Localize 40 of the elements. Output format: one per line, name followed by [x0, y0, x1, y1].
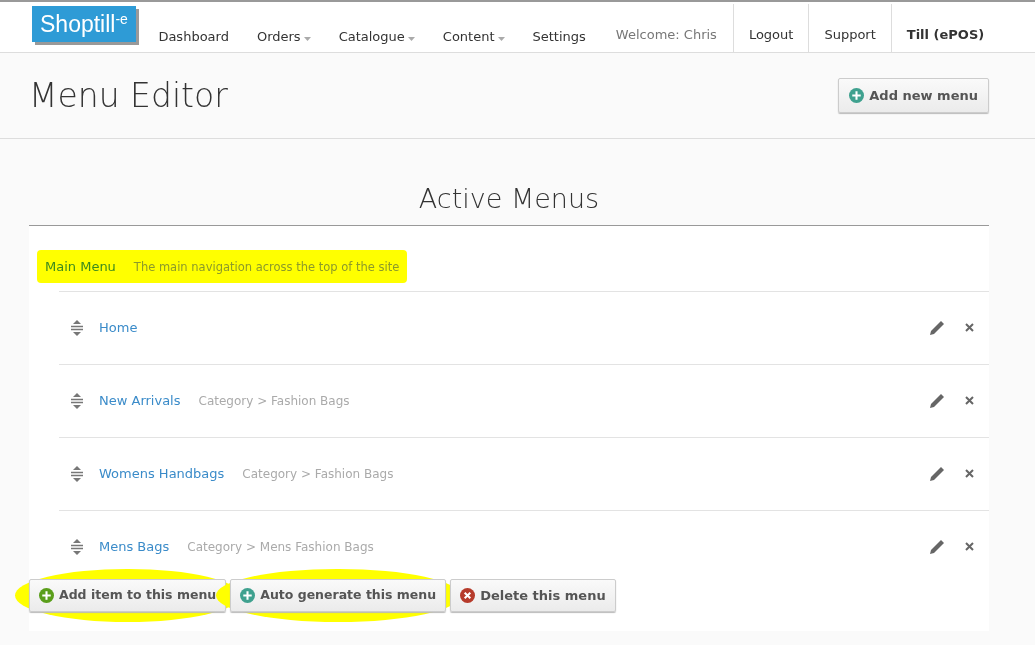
- welcome-text: Welcome: Chris: [614, 25, 718, 44]
- action-button[interactable]: Delete this menu: [450, 578, 616, 613]
- add-menu-button[interactable]: Add new menu: [838, 77, 989, 114]
- menu-item-link[interactable]: Womens Handbags: [99, 464, 225, 484]
- item-target: Category > Mens Fashion Bags: [187, 538, 374, 556]
- action-button[interactable]: Auto generate this menu: [230, 578, 447, 612]
- drag-handle-icon[interactable]: [71, 465, 83, 482]
- close-icon[interactable]: [965, 469, 974, 479]
- plus-icon: [39, 587, 54, 603]
- menu-item-link[interactable]: Home: [99, 318, 138, 338]
- menu-item-link[interactable]: New Arrivals: [99, 391, 181, 411]
- pencil-icon[interactable]: [929, 538, 945, 555]
- pencil-icon[interactable]: [929, 392, 945, 409]
- plus-icon: [240, 587, 256, 603]
- section-title: Active Menus: [29, 139, 989, 227]
- nav-link[interactable]: Settings: [518, 2, 600, 52]
- page-title: Menu Editor: [29, 75, 228, 116]
- nav-link[interactable]: Dashboard: [144, 2, 243, 52]
- pencil-icon[interactable]: [929, 465, 945, 482]
- pencil-icon[interactable]: [929, 319, 945, 336]
- menu-description: The main navigation across the top of the site: [133, 258, 400, 276]
- close-icon[interactable]: [965, 323, 974, 333]
- nav-link[interactable]: Support: [808, 4, 891, 52]
- delete-icon: [460, 588, 476, 604]
- plus-icon: [849, 88, 865, 103]
- action-button[interactable]: Add item to this menu: [29, 578, 227, 612]
- nav-link[interactable]: Till (ePOS): [890, 4, 1000, 52]
- menu-item-link[interactable]: Mens Bags: [99, 537, 170, 557]
- drag-handle-icon[interactable]: [71, 392, 83, 409]
- menu-name: Main Menu: [45, 258, 116, 277]
- nav-link[interactable]: Logout: [732, 4, 809, 52]
- close-icon[interactable]: [965, 396, 974, 406]
- nav-link[interactable]: Orders: [242, 2, 325, 52]
- item-target: Category > Fashion Bags: [242, 465, 394, 483]
- nav-link[interactable]: Catalogue: [324, 2, 429, 52]
- close-icon[interactable]: [965, 542, 974, 552]
- drag-handle-icon[interactable]: [71, 538, 83, 555]
- drag-handle-icon[interactable]: [71, 319, 83, 336]
- item-target: Category > Fashion Bags: [198, 392, 350, 410]
- nav-link[interactable]: Content: [428, 2, 519, 52]
